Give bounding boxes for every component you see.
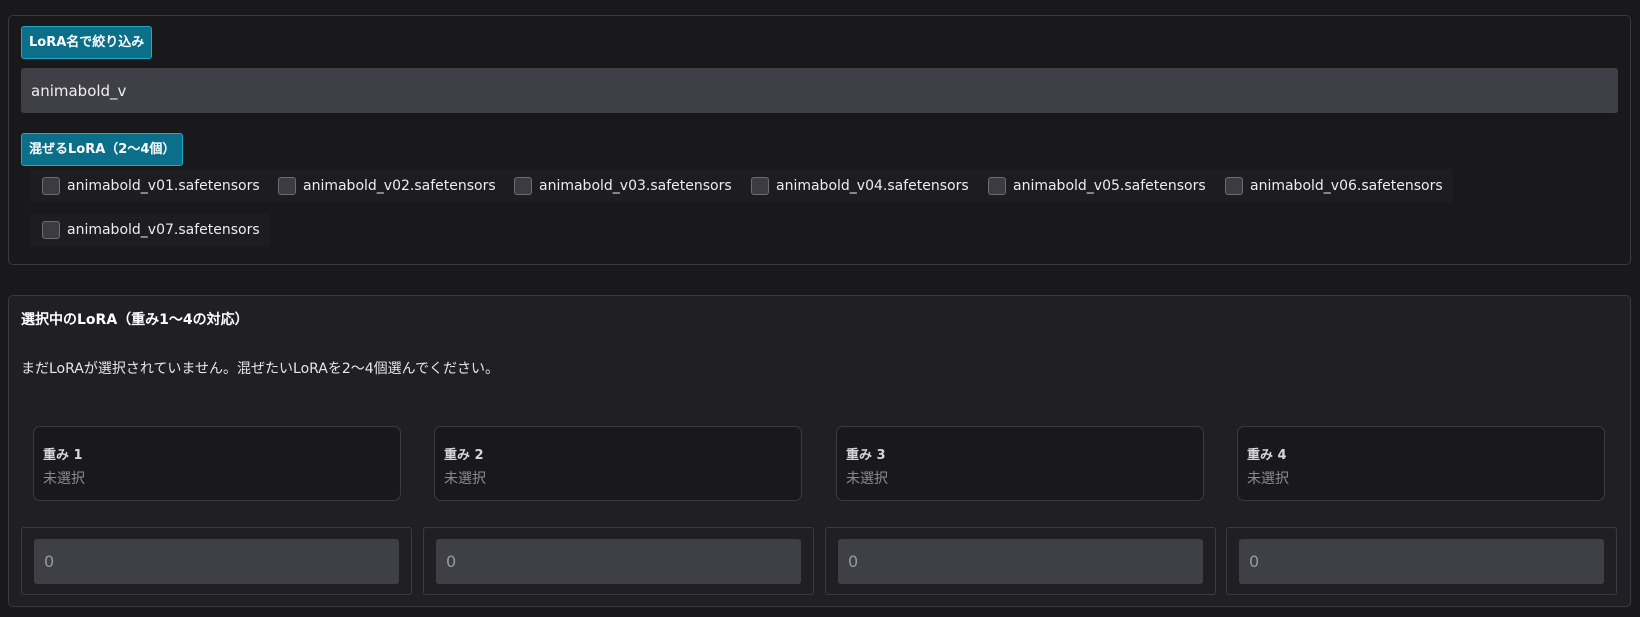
checkbox-icon[interactable] [278,177,296,195]
weight-slot-label: 重み 2 [444,448,484,463]
checkbox-icon[interactable] [751,177,769,195]
lora-checkbox-v02[interactable]: animabold_v02.safetensors [266,169,506,203]
weight-slot-value: 未選択 [846,471,888,487]
selected-lora-panel: 選択中のLoRA（重み1〜4の対応） まだLoRAが選択されていません。混ぜたい… [8,295,1631,607]
lora-filter-panel: LoRA名で絞り込み 混ぜるLoRA（2〜4個） animabold_v01.s… [8,15,1631,265]
weight-slot-label: 重み 3 [846,448,886,463]
weight-3-input[interactable] [838,539,1203,584]
weight-slot-value: 未選択 [43,471,85,487]
weight-slot-3: 重み 3 未選択 [836,426,1204,501]
weight-slot-4: 重み 4 未選択 [1237,426,1605,501]
weight-2-field [423,527,814,595]
lora-checkbox-v01[interactable]: animabold_v01.safetensors [30,169,270,203]
checkbox-icon[interactable] [1225,177,1243,195]
checkbox-icon[interactable] [42,221,60,239]
lora-option-label: animabold_v02.safetensors [303,178,496,194]
lora-checkbox-v03[interactable]: animabold_v03.safetensors [502,169,742,203]
weight-slot-value: 未選択 [1247,471,1289,487]
lora-option-label: animabold_v01.safetensors [67,178,260,194]
lora-filter-input[interactable] [21,68,1618,113]
empty-selection-message: まだLoRAが選択されていません。混ぜたいLoRAを2〜4個選んでください。 [21,361,499,377]
lora-checkbox-v05[interactable]: animabold_v05.safetensors [976,169,1216,203]
weight-slot-value: 未選択 [444,471,486,487]
weight-2-input[interactable] [436,539,801,584]
weight-4-input[interactable] [1239,539,1604,584]
lora-checkbox-v06[interactable]: animabold_v06.safetensors [1213,169,1453,203]
lora-option-label: animabold_v04.safetensors [776,178,969,194]
weight-slot-2: 重み 2 未選択 [434,426,802,501]
lora-option-label: animabold_v06.safetensors [1250,178,1443,194]
filter-label: LoRA名で絞り込み [21,26,153,59]
checkbox-icon[interactable] [988,177,1006,195]
lora-option-label: animabold_v03.safetensors [539,178,732,194]
weight-3-field [825,527,1216,595]
lora-option-label: animabold_v07.safetensors [67,222,260,238]
weight-1-input[interactable] [34,539,399,584]
lora-checkbox-v07[interactable]: animabold_v07.safetensors [30,213,270,247]
weight-4-field [1226,527,1617,595]
lora-checkbox-v04[interactable]: animabold_v04.safetensors [739,169,979,203]
checkbox-icon[interactable] [42,177,60,195]
mix-lora-label: 混ぜるLoRA（2〜4個） [21,133,184,166]
lora-option-label: animabold_v05.safetensors [1013,178,1206,194]
weight-slot-1: 重み 1 未選択 [33,426,401,501]
weight-slot-label: 重み 4 [1247,448,1287,463]
selected-lora-title: 選択中のLoRA（重み1〜4の対応） [21,312,249,328]
weight-slot-label: 重み 1 [43,448,83,463]
checkbox-icon[interactable] [514,177,532,195]
weight-1-field [21,527,412,595]
